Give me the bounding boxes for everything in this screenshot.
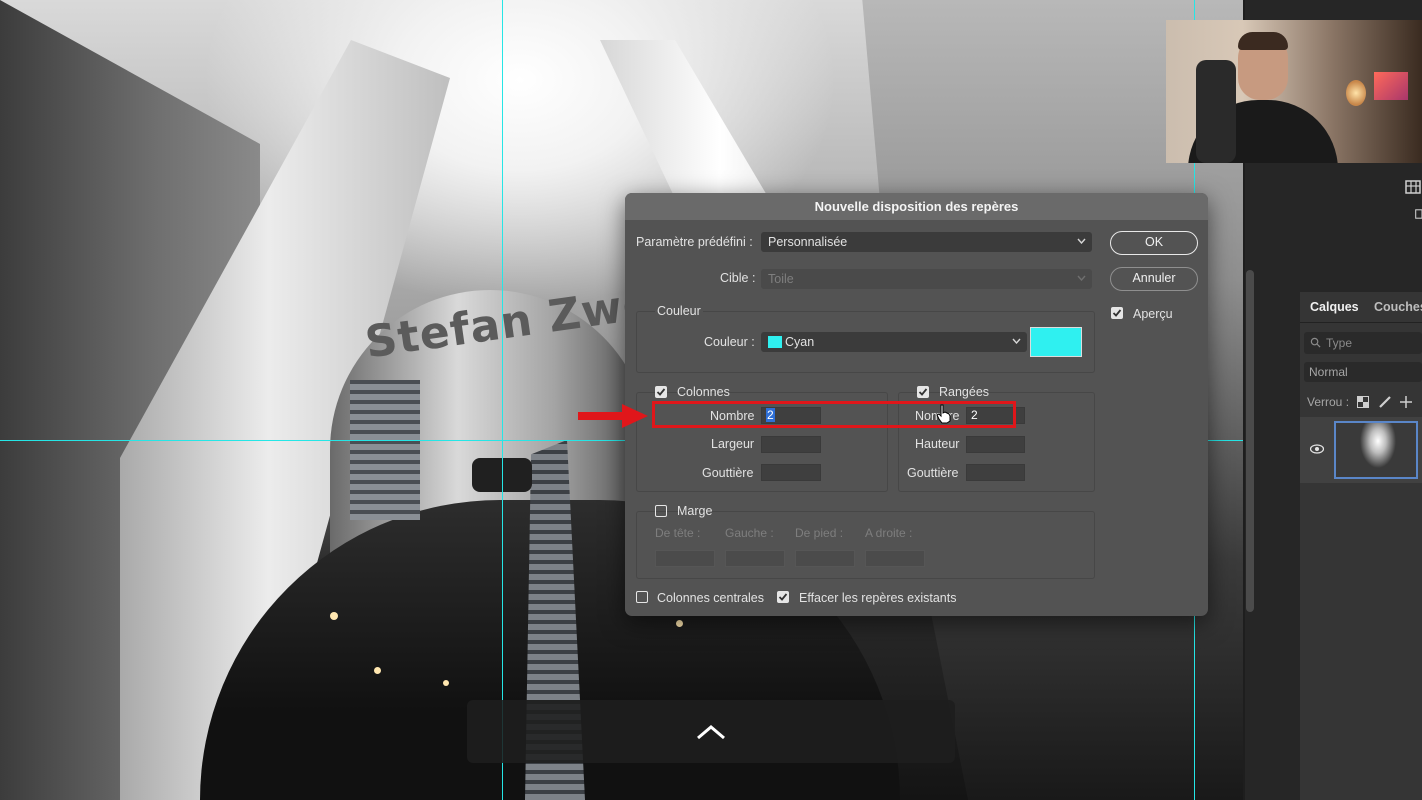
clear-existing-label: Effacer les repères existants <box>799 591 957 605</box>
margin-bottom-input[interactable] <box>795 550 855 567</box>
lock-transparent-icon[interactable] <box>1357 396 1369 408</box>
margin-top-input[interactable] <box>655 550 715 567</box>
layer-filter-input[interactable]: Type <box>1304 332 1422 354</box>
color-select[interactable]: Cyan <box>761 332 1027 352</box>
layer-thumbnail[interactable] <box>1334 421 1418 479</box>
ok-button[interactable]: OK <box>1110 231 1198 255</box>
margin-bottom-label: De pied : <box>795 526 844 540</box>
lock-brush-icon[interactable] <box>1379 396 1391 408</box>
preview-label: Aperçu <box>1133 307 1173 321</box>
search-icon <box>1310 337 1321 348</box>
margin-right-input[interactable] <box>865 550 925 567</box>
rows-height-label: Hauteur <box>915 437 960 451</box>
red-arrow-annotation <box>578 404 648 428</box>
color-swatch[interactable] <box>1030 327 1082 357</box>
rows-title: Rangées <box>939 385 990 399</box>
chevron-up-icon[interactable] <box>696 724 726 740</box>
rows-height-input[interactable] <box>966 436 1025 453</box>
rows-gutter-input[interactable] <box>966 464 1025 481</box>
margin-left-input[interactable] <box>725 550 785 567</box>
color-value: Cyan <box>785 335 815 349</box>
columns-width-input[interactable] <box>761 436 821 453</box>
photo-light <box>330 612 338 620</box>
webcam-frame <box>1374 72 1408 100</box>
rows-checkbox[interactable] <box>917 386 929 398</box>
photo-light <box>676 620 683 627</box>
tab-layers[interactable]: Calques <box>1310 300 1359 314</box>
dialog-titlebar[interactable]: Nouvelle disposition des repères <box>625 193 1208 220</box>
target-select[interactable]: Toile <box>761 269 1092 289</box>
color-label: Couleur : <box>704 335 755 349</box>
target-label: Cible : <box>720 271 756 285</box>
columns-gutter-label: Gouttière <box>702 466 754 480</box>
margin-left-label: Gauche : <box>725 526 774 540</box>
layers-panel: Calques Couches Type Normal Verrou : <box>1300 292 1422 800</box>
webcam-overlay <box>1166 20 1422 163</box>
webcam-chair <box>1196 60 1236 163</box>
columns-title: Colonnes <box>677 385 730 399</box>
color-mini-swatch <box>768 336 782 348</box>
layer-row[interactable] <box>1300 417 1422 483</box>
checkmark-icon <box>1112 309 1122 317</box>
tabs-divider <box>1300 322 1422 323</box>
center-columns-label: Colonnes centrales <box>657 591 765 605</box>
highlight-box-annotation <box>652 401 1016 428</box>
lock-label: Verrou : <box>1307 395 1350 409</box>
bottom-overlay-bar[interactable] <box>467 700 955 763</box>
color-group-title: Couleur <box>655 304 703 318</box>
rows-gutter-label: Gouttière <box>907 466 959 480</box>
target-value: Toile <box>768 272 794 286</box>
tab-channels[interactable]: Couches <box>1374 300 1422 314</box>
preset-label: Paramètre prédéfini : <box>636 235 753 249</box>
margin-group <box>636 511 1095 579</box>
grid-icon[interactable] <box>1405 180 1421 194</box>
preview-checkbox[interactable] <box>1111 307 1123 319</box>
preset-value: Personnalisée <box>768 235 848 249</box>
webcam-lamp <box>1346 80 1366 106</box>
columns-width-label: Largeur <box>711 437 755 451</box>
guide-vertical[interactable] <box>502 0 503 800</box>
panel-scrollbar[interactable] <box>1246 270 1254 612</box>
blend-mode-select[interactable]: Normal <box>1304 362 1422 382</box>
margin-checkbox[interactable] <box>655 505 667 517</box>
dialog-title: Nouvelle disposition des repères <box>814 199 1019 214</box>
cancel-button[interactable]: Annuler <box>1110 267 1198 291</box>
margin-title: Marge <box>677 504 713 518</box>
lock-move-icon[interactable] <box>1400 396 1412 408</box>
chevron-down-icon <box>1012 338 1021 344</box>
clear-existing-checkbox[interactable] <box>777 591 789 603</box>
photo-light <box>374 667 381 674</box>
eye-icon[interactable] <box>1310 444 1324 454</box>
blend-mode-value: Normal <box>1309 365 1348 379</box>
webcam-person-hair <box>1238 32 1288 50</box>
photo-reflection-building-2 <box>350 380 420 520</box>
checkmark-icon <box>656 388 666 396</box>
columns-checkbox[interactable] <box>655 386 667 398</box>
layer-filter-placeholder: Type <box>1326 336 1353 350</box>
margin-top-label: De tête : <box>655 526 701 540</box>
document-icon[interactable] <box>1415 207 1422 221</box>
checkmark-icon <box>778 593 788 601</box>
chevron-down-icon <box>1077 275 1086 281</box>
center-columns-checkbox[interactable] <box>636 591 648 603</box>
checkmark-icon <box>918 388 928 396</box>
chevron-down-icon <box>1077 238 1086 244</box>
margin-right-label: A droite : <box>865 526 913 540</box>
preset-select[interactable]: Personnalisée <box>761 232 1092 252</box>
photo-light <box>443 680 449 686</box>
hand-cursor-icon <box>936 404 951 424</box>
columns-gutter-input[interactable] <box>761 464 821 481</box>
